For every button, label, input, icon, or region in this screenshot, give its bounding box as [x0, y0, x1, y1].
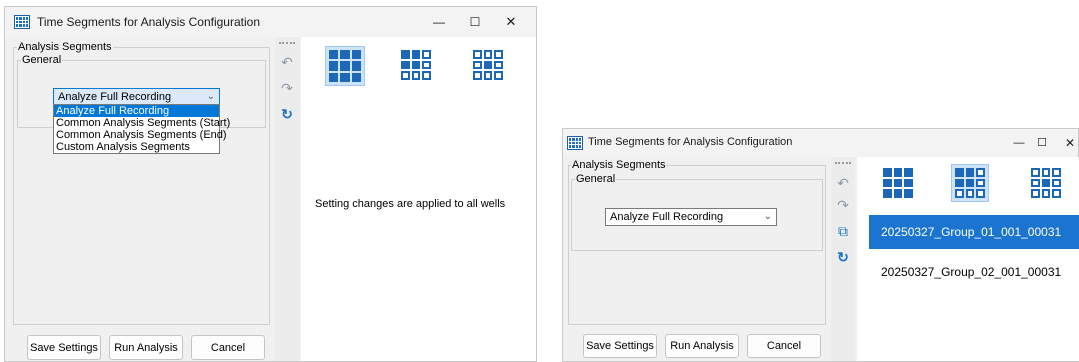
- left-window: Time Segments for Analysis Configuration…: [4, 6, 537, 362]
- toolstrip-grip: [835, 162, 851, 166]
- maximize-button[interactable]: ☐: [457, 7, 493, 37]
- refresh-icon[interactable]: ↻: [833, 249, 853, 266]
- app-icon: [567, 136, 583, 150]
- chevron-down-icon: ⌄: [763, 211, 772, 222]
- segment-mode-select[interactable]: Analyze Full Recording ⌄: [605, 208, 777, 226]
- layout-center-icon[interactable]: [473, 50, 503, 80]
- title-bar[interactable]: Time Segments for Analysis Configuration…: [5, 7, 536, 37]
- chevron-down-icon: ⌄: [206, 91, 215, 102]
- segment-mode-value: Analyze Full Recording: [58, 91, 172, 103]
- layout-mixed-icon[interactable]: [401, 50, 431, 80]
- title-bar[interactable]: Time Segments for Analysis Configuration…: [563, 129, 1078, 157]
- dropdown-option[interactable]: Analyze Full Recording: [54, 105, 219, 117]
- refresh-icon[interactable]: ↻: [277, 106, 297, 123]
- dropdown-option[interactable]: Custom Analysis Segments: [54, 141, 219, 153]
- cancel-button[interactable]: Cancel: [191, 335, 265, 360]
- minimize-button[interactable]: —: [421, 7, 457, 37]
- dropdown-option[interactable]: Common Analysis Segments (Start): [54, 117, 230, 129]
- close-button[interactable]: ✕: [1052, 129, 1079, 157]
- close-button[interactable]: ✕: [493, 7, 529, 37]
- run-analysis-button[interactable]: Run Analysis: [109, 335, 183, 360]
- window-title: Time Segments for Analysis Configuration: [588, 136, 793, 148]
- app-icon: [14, 15, 30, 29]
- list-item[interactable]: 20250327_Group_02_001_00031: [869, 255, 1079, 289]
- cancel-button[interactable]: Cancel: [747, 334, 821, 358]
- analysis-segments-label: Analysis Segments: [17, 41, 113, 53]
- layout-mixed-icon[interactable]: [955, 168, 985, 198]
- layout-3x3-filled-icon[interactable]: [883, 168, 913, 198]
- list-item[interactable]: 20250327_Group_01_001_00031: [869, 215, 1079, 249]
- analysis-segments-label: Analysis Segments: [571, 159, 667, 171]
- segment-mode-select[interactable]: Analyze Full Recording ⌄: [53, 88, 220, 105]
- segment-mode-value: Analyze Full Recording: [610, 211, 724, 223]
- redo-icon[interactable]: ↷: [277, 80, 297, 97]
- run-analysis-button[interactable]: Run Analysis: [665, 334, 739, 358]
- segment-mode-dropdown: Analyze Full Recording Common Analysis S…: [53, 104, 230, 154]
- right-window: Time Segments for Analysis Configuration…: [562, 128, 1079, 362]
- redo-icon[interactable]: ↷: [833, 197, 853, 214]
- general-label: General: [21, 54, 63, 66]
- save-settings-button[interactable]: Save Settings: [583, 334, 657, 358]
- save-settings-button[interactable]: Save Settings: [27, 335, 101, 360]
- copy-icon[interactable]: ⧉: [833, 223, 853, 240]
- undo-icon[interactable]: ↶: [833, 175, 853, 192]
- window-title: Time Segments for Analysis Configuration: [37, 15, 260, 29]
- undo-icon[interactable]: ↶: [277, 54, 297, 71]
- layout-3x3-filled-icon[interactable]: [329, 50, 361, 82]
- general-label: General: [575, 173, 617, 185]
- dropdown-option[interactable]: Common Analysis Segments (End): [54, 129, 227, 141]
- info-message: Setting changes are applied to all wells: [315, 198, 506, 210]
- toolstrip-grip: [279, 42, 295, 46]
- layout-center-icon[interactable]: [1031, 168, 1061, 198]
